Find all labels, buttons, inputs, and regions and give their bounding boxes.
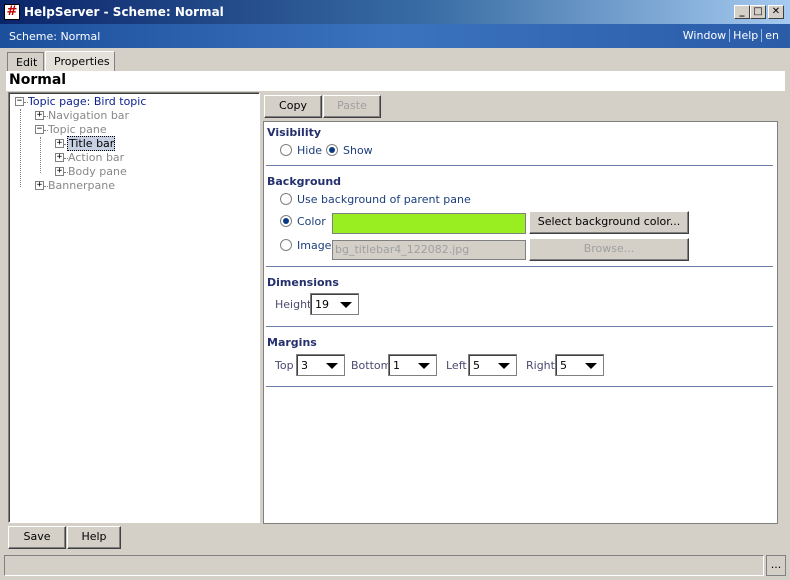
height-label: Height	[275, 298, 312, 311]
bottom-margin-value: 1	[393, 359, 400, 372]
save-button[interactable]: Save	[8, 526, 66, 549]
help-button[interactable]: Help	[67, 526, 121, 549]
app-icon: #	[4, 4, 20, 20]
status-more-button[interactable]: ...	[766, 555, 786, 576]
window-title: HelpServer - Scheme: Normal	[24, 5, 224, 19]
collapse-icon[interactable]: −	[35, 125, 44, 134]
expand-icon[interactable]: +	[55, 139, 64, 148]
help-menu-link[interactable]: Help	[729, 29, 762, 42]
browse-button[interactable]: Browse...	[529, 238, 689, 261]
properties-toolbar: Copy Paste	[263, 93, 784, 120]
properties-panel: Visibility Hide Show Background Use back…	[263, 121, 778, 524]
expand-icon[interactable]: +	[35, 111, 44, 120]
hide-radio[interactable]	[280, 144, 292, 156]
close-button[interactable]: ✕	[768, 5, 784, 19]
expand-icon[interactable]: +	[35, 181, 44, 190]
footer-toolbar: Save Help	[6, 524, 784, 551]
right-margin-label: Right	[526, 359, 555, 372]
tree-item-label: Action bar	[68, 151, 125, 164]
tree-item-label: Body pane	[68, 165, 127, 178]
bottom-margin-label: Bottom	[351, 359, 392, 372]
chevron-down-icon	[585, 363, 597, 369]
chevron-down-icon	[326, 363, 338, 369]
hide-label: Hide	[297, 144, 323, 157]
tree-item-label: Title bar	[67, 136, 116, 151]
banner-scheme-label: Scheme: Normal	[9, 30, 101, 43]
chevron-down-icon	[340, 302, 352, 308]
tree-item-label: Topic page: Bird topic	[28, 95, 147, 108]
top-margin-value: 3	[301, 359, 308, 372]
tree-item-label: Topic pane	[48, 123, 107, 136]
tab-properties[interactable]: Properties	[45, 51, 115, 71]
dimensions-heading: Dimensions	[267, 276, 339, 289]
background-heading: Background	[267, 175, 342, 188]
use-parent-background-radio[interactable]	[280, 193, 292, 205]
tree-item-label: Navigation bar	[48, 109, 130, 122]
use-parent-background-label: Use background of parent pane	[297, 193, 471, 206]
visibility-heading: Visibility	[267, 126, 322, 139]
left-margin-select[interactable]: 5	[468, 354, 517, 376]
right-margin-select[interactable]: 5	[555, 354, 604, 376]
color-label: Color	[297, 215, 326, 228]
banner-links: Window Help en	[680, 29, 782, 42]
maximize-button[interactable]: □	[750, 5, 766, 19]
collapse-icon[interactable]: −	[15, 97, 24, 106]
expand-icon[interactable]: +	[55, 167, 64, 176]
minimize-button[interactable]: _	[734, 5, 750, 19]
expand-icon[interactable]: +	[55, 153, 64, 162]
window-menu-link[interactable]: Window	[680, 29, 729, 42]
bottom-margin-select[interactable]: 1	[388, 354, 437, 376]
scheme-title: Normal	[6, 71, 785, 91]
image-file-field[interactable]: bg_titlebar4_122082.jpg	[332, 240, 526, 260]
show-radio[interactable]	[326, 144, 338, 156]
height-value: 19	[315, 298, 329, 311]
margins-heading: Margins	[267, 336, 317, 349]
language-link[interactable]: en	[761, 29, 782, 42]
window-title-bar[interactable]: # HelpServer - Scheme: Normal _ □ ✕	[0, 0, 790, 24]
top-margin-select[interactable]: 3	[296, 354, 345, 376]
right-margin-value: 5	[560, 359, 567, 372]
chevron-down-icon	[498, 363, 510, 369]
color-swatch	[332, 213, 526, 234]
color-radio[interactable]	[280, 215, 292, 227]
paste-button[interactable]: Paste	[323, 95, 381, 118]
select-background-color-button[interactable]: Select background color...	[529, 211, 689, 234]
left-margin-value: 5	[473, 359, 480, 372]
left-margin-label: Left	[446, 359, 467, 372]
image-radio[interactable]	[280, 239, 292, 251]
scheme-tree[interactable]: − Topic page: Bird topic + Navigation ba…	[8, 92, 260, 523]
status-bar	[4, 555, 764, 576]
image-label: Image	[297, 239, 332, 252]
top-margin-label: Top	[275, 359, 294, 372]
tab-edit[interactable]: Edit	[7, 52, 44, 71]
chevron-down-icon	[418, 363, 430, 369]
tree-item-label: Bannerpane	[48, 179, 115, 192]
copy-button[interactable]: Copy	[264, 95, 322, 118]
banner: Scheme: Normal Window Help en	[0, 24, 790, 48]
height-select[interactable]: 19	[310, 293, 359, 315]
show-label: Show	[343, 144, 373, 157]
